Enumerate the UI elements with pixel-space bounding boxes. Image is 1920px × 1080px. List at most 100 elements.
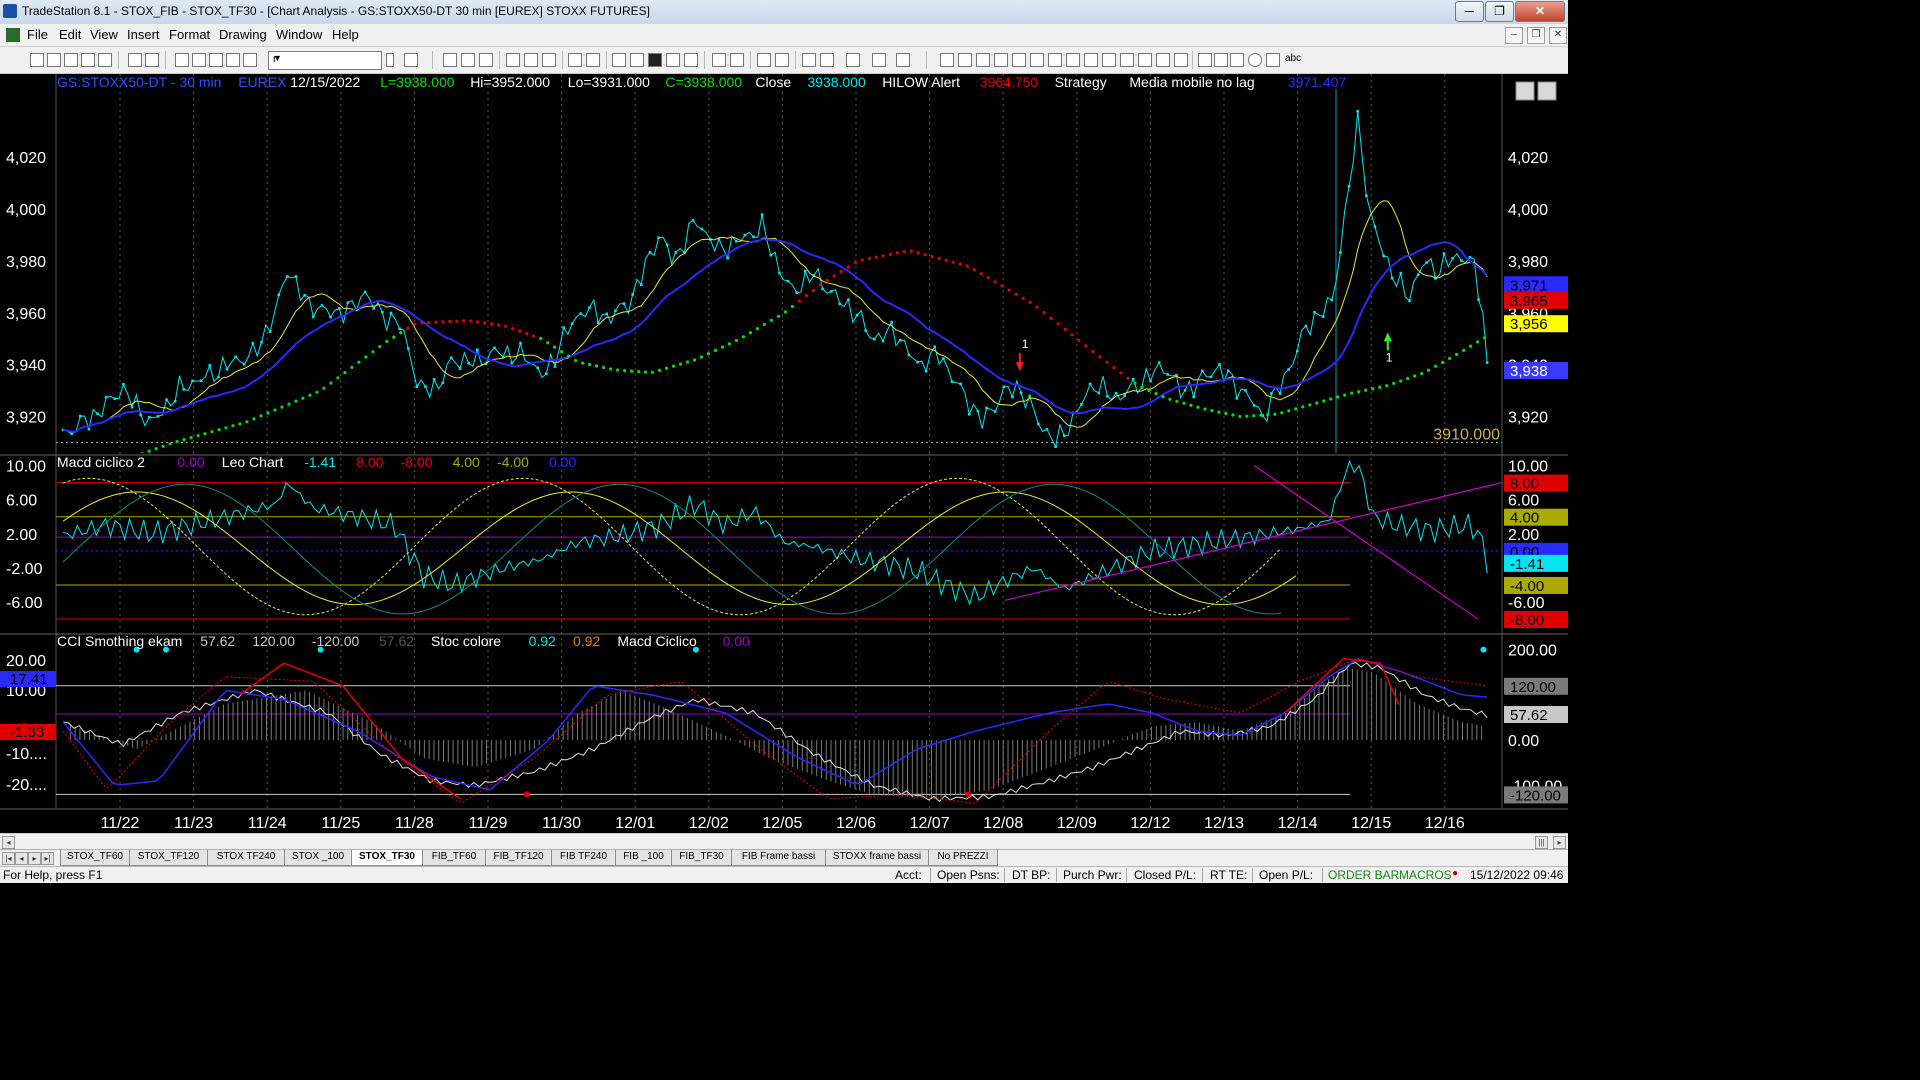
mdi-close-button[interactable]: ✕ [1549,27,1567,44]
zoom-out-icon[interactable] [775,53,789,67]
scroll-right-icon[interactable]: ▸ [1553,836,1566,849]
channel-icon[interactable] [1138,53,1152,67]
menu-view[interactable]: View [90,27,118,42]
save-icon[interactable] [64,53,78,67]
help-icon[interactable] [896,53,910,67]
mdi-minimize-button[interactable]: – [1505,27,1523,44]
time-zone-icon[interactable] [1102,53,1116,67]
scroll-left-icon[interactable]: ◂ [2,836,15,849]
order-bar-icon[interactable] [479,53,493,67]
pointer-icon[interactable] [802,53,816,67]
fibonacci-icon[interactable] [994,53,1008,67]
tab-fib-tf120[interactable]: FIB_TF120 [485,850,552,866]
rectangle-icon[interactable] [1266,53,1280,67]
tab-fib-frame-bassi[interactable]: FIB Frame bassi [731,850,826,866]
trendline-icon[interactable] [940,53,954,67]
menu-file[interactable]: File [27,27,48,42]
document-icon[interactable] [6,28,20,42]
symbol-combo[interactable]: r ▼ [268,51,382,70]
chevron-down-icon[interactable]: ▼ [273,53,378,63]
minimize-button[interactable]: ─ [1455,1,1484,22]
print-icon[interactable] [128,53,142,67]
tab-first-icon[interactable]: |◂ [2,852,15,865]
tab-last-icon[interactable]: ▸| [41,852,54,865]
play-icon[interactable] [386,53,394,67]
find-icon[interactable] [404,53,418,67]
tab-stox-tf120[interactable]: STOX_TF120 [129,850,208,866]
horizontal-line-icon[interactable] [958,53,972,67]
tab-stox-100[interactable]: STOX _100 [284,850,352,866]
tab-no-prezzi[interactable]: No PREZZI [928,850,998,866]
line-chart-icon[interactable] [648,53,662,67]
globe-icon[interactable] [243,53,257,67]
freehand-icon[interactable] [1198,53,1212,67]
zoom-in-icon[interactable] [757,53,771,67]
print-preview-icon[interactable] [145,53,159,67]
fib-fan-icon[interactable] [1048,53,1062,67]
format-icon[interactable] [568,53,582,67]
tab-fib-100[interactable]: FIB _100 [615,850,672,866]
open-icon[interactable] [47,53,61,67]
copy-icon[interactable] [192,53,206,67]
ellipse-icon[interactable] [1248,53,1262,67]
tab-prev-icon[interactable]: ◂ [15,852,28,865]
down-arrow-icon[interactable] [1214,53,1228,67]
line-on-close-icon[interactable] [684,53,698,67]
no-lag-dot [413,322,417,326]
andrews-pitchfork-icon[interactable] [1066,53,1080,67]
bar-chart-icon[interactable] [612,53,626,67]
horizontal-scrollbar[interactable]: ◂ ||| ▸ [0,833,1568,850]
menu-drawing[interactable]: Drawing [219,27,267,42]
tab-next-icon[interactable]: ▸ [28,852,41,865]
macros-button[interactable]: MACROS [1399,868,1452,882]
close-button[interactable]: ✕ [1515,1,1565,22]
order-bar-button[interactable]: ORDER BAR [1328,868,1399,882]
save-all-icon[interactable] [81,53,95,67]
chart-minimize-button[interactable] [1515,81,1535,101]
tab-stox-tf30[interactable]: STOX_TF30 [351,850,423,866]
tab-fib-tf60[interactable]: FIB_TF60 [422,850,486,866]
new-icon[interactable] [30,53,44,67]
alert-icon[interactable] [872,53,886,67]
pencil-icon[interactable] [1174,53,1188,67]
insert-indicator-icon[interactable] [506,53,520,67]
maximize-button[interactable]: ❐ [1485,1,1514,22]
menu-edit[interactable]: Edit [59,27,81,42]
gann-fan-icon[interactable] [1012,53,1026,67]
chart-window-icon[interactable] [443,53,457,67]
vertical-line-icon[interactable] [976,53,990,67]
candlestick-icon[interactable] [630,53,644,67]
data-window-icon[interactable] [820,53,834,67]
insert-strategy-icon[interactable] [524,53,538,67]
chart-restore-button[interactable] [1537,81,1557,101]
increase-spacing-icon[interactable] [712,53,726,67]
text-tool-icon[interactable]: abc [1285,53,1301,64]
workspace-icon[interactable] [98,53,112,67]
menu-insert[interactable]: Insert [127,27,160,42]
insert-symbol-icon[interactable] [542,53,556,67]
arrow-tool-icon[interactable] [1120,53,1134,67]
tab-stox-tf240[interactable]: STOX TF240 [207,850,285,866]
radar-screen-icon[interactable] [461,53,475,67]
tools-icon[interactable] [226,53,240,67]
tab-fib-tf240[interactable]: FIB TF240 [551,850,616,866]
up-arrow-icon[interactable] [1230,53,1244,67]
menu-format[interactable]: Format [169,27,210,42]
scroll-thumb[interactable]: ||| [1535,836,1548,849]
menu-window[interactable]: Window [276,27,322,42]
regression-channel-icon[interactable] [1084,53,1098,67]
tab-fib-tf30[interactable]: FIB_TF30 [671,850,732,866]
lock-icon[interactable] [209,53,223,67]
point-figure-icon[interactable] [666,53,680,67]
cut-icon[interactable] [175,53,189,67]
menu-help[interactable]: Help [332,27,359,42]
tab-stoxx-frame-bassi[interactable]: STOXX frame bassi [825,850,929,866]
tab-stox-tf60[interactable]: STOX_TF60 [60,850,130,866]
speed-lines-icon[interactable] [1030,53,1044,67]
tools-icon[interactable] [846,53,860,67]
format-window-icon[interactable] [586,53,600,67]
mdi-restore-button[interactable]: ❐ [1527,27,1545,44]
decrease-spacing-icon[interactable] [730,53,744,67]
arc-icon[interactable] [1156,53,1170,67]
chart-area[interactable]: 11-11 GS:STOXX50-DT - 30 minEUREX12/15/2… [0,74,1568,833]
